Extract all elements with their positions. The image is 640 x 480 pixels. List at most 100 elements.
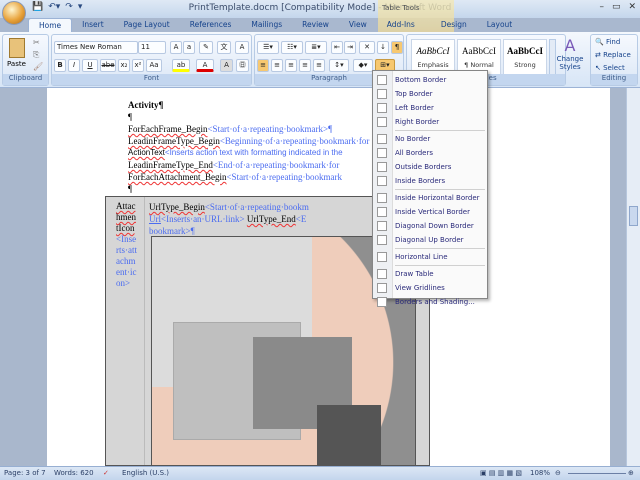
paste-icon[interactable] <box>9 38 25 58</box>
distributed-button[interactable]: ≡ <box>313 59 325 72</box>
menu-item-no-border[interactable]: No Border <box>373 132 487 146</box>
bold-button[interactable]: B <box>54 59 66 72</box>
replace-button[interactable]: ⇄ Replace <box>595 51 631 59</box>
phonetic-guide-button[interactable]: 文 <box>217 41 231 54</box>
subscript-button[interactable]: x₂ <box>118 59 130 72</box>
copy-icon[interactable]: ⎘ <box>33 50 39 60</box>
url-cell[interactable]: UrlType_Begin<Start·of·a·repeating·bookm… <box>149 201 309 237</box>
menu-item-diagonal-up-border[interactable]: Diagonal Up Border <box>373 233 487 247</box>
zoom-in-button[interactable]: ⊕ <box>628 469 634 477</box>
sort-button[interactable]: ↓ <box>377 41 389 54</box>
menu-item-diagonal-down-border[interactable]: Diagonal Down Border <box>373 219 487 233</box>
style-strong[interactable]: AaBbCcI Strong <box>503 39 547 75</box>
office-button[interactable] <box>2 1 26 25</box>
grow-font-button[interactable]: A <box>170 41 182 54</box>
attachment-icon-cell[interactable]: AttachmentIcon<Inserts·attachment·icon> <box>116 201 138 289</box>
align-right-button[interactable]: ≡ <box>285 59 297 72</box>
select-label: Select <box>603 64 625 72</box>
zoom-level[interactable]: 108% <box>530 469 550 477</box>
menu-item-view-gridlines[interactable]: View Gridlines <box>373 281 487 295</box>
menu-item-all-borders[interactable]: All Borders <box>373 146 487 160</box>
url-field[interactable]: Url <box>149 214 161 224</box>
font-size-select[interactable]: 11 <box>138 41 166 54</box>
scroll-thumb[interactable] <box>629 206 638 226</box>
minimize-button[interactable]: – <box>599 2 604 12</box>
table-tools-label: Table Tools <box>382 4 420 12</box>
tab-review[interactable]: Review <box>292 18 339 32</box>
font-color-button[interactable]: A <box>196 59 214 72</box>
page-count[interactable]: Page: 3 of 7 <box>4 469 46 477</box>
paste-button[interactable]: Paste <box>7 60 26 68</box>
select-button[interactable]: ↖ Select <box>595 64 625 72</box>
border-icon <box>377 297 387 307</box>
save-icon[interactable]: 💾 <box>32 2 43 16</box>
redo-icon[interactable]: ↷ <box>65 2 73 16</box>
menu-item-label: Top Border <box>395 90 433 98</box>
tab-home[interactable]: Home <box>28 18 73 32</box>
tab-page-layout[interactable]: Page Layout <box>114 18 180 32</box>
cut-icon[interactable]: ✂ <box>33 38 40 47</box>
increase-indent-button[interactable]: ⇥ <box>344 41 356 54</box>
format-painter-icon[interactable]: 🖌 <box>33 62 43 71</box>
tab-design[interactable]: Design <box>431 18 477 32</box>
customize-qat-icon[interactable]: ▾ <box>78 2 83 16</box>
paragraph-mark: ¶ <box>128 112 133 122</box>
menu-item-draw-table[interactable]: Draw Table <box>373 267 487 281</box>
font-name-select[interactable]: Times New Roman <box>54 41 138 54</box>
menu-item-left-border[interactable]: Left Border <box>373 101 487 115</box>
character-shading-button[interactable]: A <box>220 59 233 72</box>
border-icon <box>377 176 387 186</box>
strikethrough-button[interactable]: abe <box>100 59 116 72</box>
border-icon <box>377 148 387 158</box>
menu-item-top-border[interactable]: Top Border <box>373 87 487 101</box>
menu-item-bottom-border[interactable]: Bottom Border <box>373 73 487 87</box>
menu-item-inside-vertical-border[interactable]: Inside Vertical Border <box>373 205 487 219</box>
justify-button[interactable]: ≡ <box>299 59 311 72</box>
tab-references[interactable]: References <box>180 18 242 32</box>
restore-button[interactable]: ▭ <box>612 2 621 12</box>
word-count[interactable]: Words: 620 <box>54 469 94 477</box>
change-case-button[interactable]: Aa <box>146 59 162 72</box>
menu-item-right-border[interactable]: Right Border <box>373 115 487 129</box>
decrease-indent-button[interactable]: ⇤ <box>331 41 343 54</box>
proofing-icon[interactable]: ✓ <box>103 469 109 477</box>
language[interactable]: English (U.S.) <box>122 469 169 477</box>
border-icon <box>377 117 387 127</box>
align-left-button[interactable]: ≡ <box>257 59 269 72</box>
line-spacing-button[interactable]: ↕▾ <box>329 59 349 72</box>
field-note: <Start·of·a·repeating·bookmark>¶ <box>207 124 333 134</box>
tab-view[interactable]: View <box>339 18 377 32</box>
italic-button[interactable]: I <box>68 59 80 72</box>
zoom-slider[interactable] <box>568 473 626 474</box>
multilevel-list-button[interactable]: ≣▾ <box>305 41 327 54</box>
undo-icon[interactable]: ↶▾ <box>48 2 60 16</box>
change-styles-button[interactable]: A Change Styles <box>555 36 585 71</box>
zoom-out-button[interactable]: ⊖ <box>555 469 561 477</box>
shrink-font-button[interactable]: a <box>183 41 195 54</box>
view-buttons[interactable]: ▣ ▤ ▥ ▦ ▧ <box>480 469 522 477</box>
superscript-button[interactable]: x² <box>132 59 144 72</box>
underline-button[interactable]: U <box>82 59 98 72</box>
asian-layout-button[interactable]: ✕ <box>359 41 375 54</box>
numbering-button[interactable]: ☷▾ <box>281 41 303 54</box>
menu-item-borders-and-shading[interactable]: Borders and Shading... <box>373 295 487 309</box>
vertical-scrollbar[interactable] <box>626 88 640 466</box>
shading-button[interactable]: ◆▾ <box>353 59 373 72</box>
show-hide-button[interactable]: ¶ <box>391 41 403 54</box>
menu-item-outside-borders[interactable]: Outside Borders <box>373 160 487 174</box>
tab-insert[interactable]: Insert <box>72 18 114 32</box>
tab-mailings[interactable]: Mailings <box>241 18 292 32</box>
tab-layout[interactable]: Layout <box>477 18 523 32</box>
menu-item-inside-horizontal-border[interactable]: Inside Horizontal Border <box>373 191 487 205</box>
menu-item-inside-borders[interactable]: Inside Borders <box>373 174 487 188</box>
tab-add-ins[interactable]: Add-Ins <box>377 18 425 32</box>
center-button[interactable]: ≡ <box>271 59 283 72</box>
find-button[interactable]: 🔍 Find <box>595 38 620 46</box>
menu-item-horizontal-line[interactable]: Horizontal Line <box>373 250 487 264</box>
character-border-button[interactable]: A <box>235 41 249 54</box>
highlight-button[interactable]: ab <box>172 59 190 72</box>
enclose-characters-button[interactable]: ㊐ <box>236 59 249 72</box>
clear-formatting-button[interactable]: ✎ <box>199 41 213 54</box>
bullets-button[interactable]: ☰▾ <box>257 41 279 54</box>
close-button[interactable]: ✕ <box>628 2 636 12</box>
